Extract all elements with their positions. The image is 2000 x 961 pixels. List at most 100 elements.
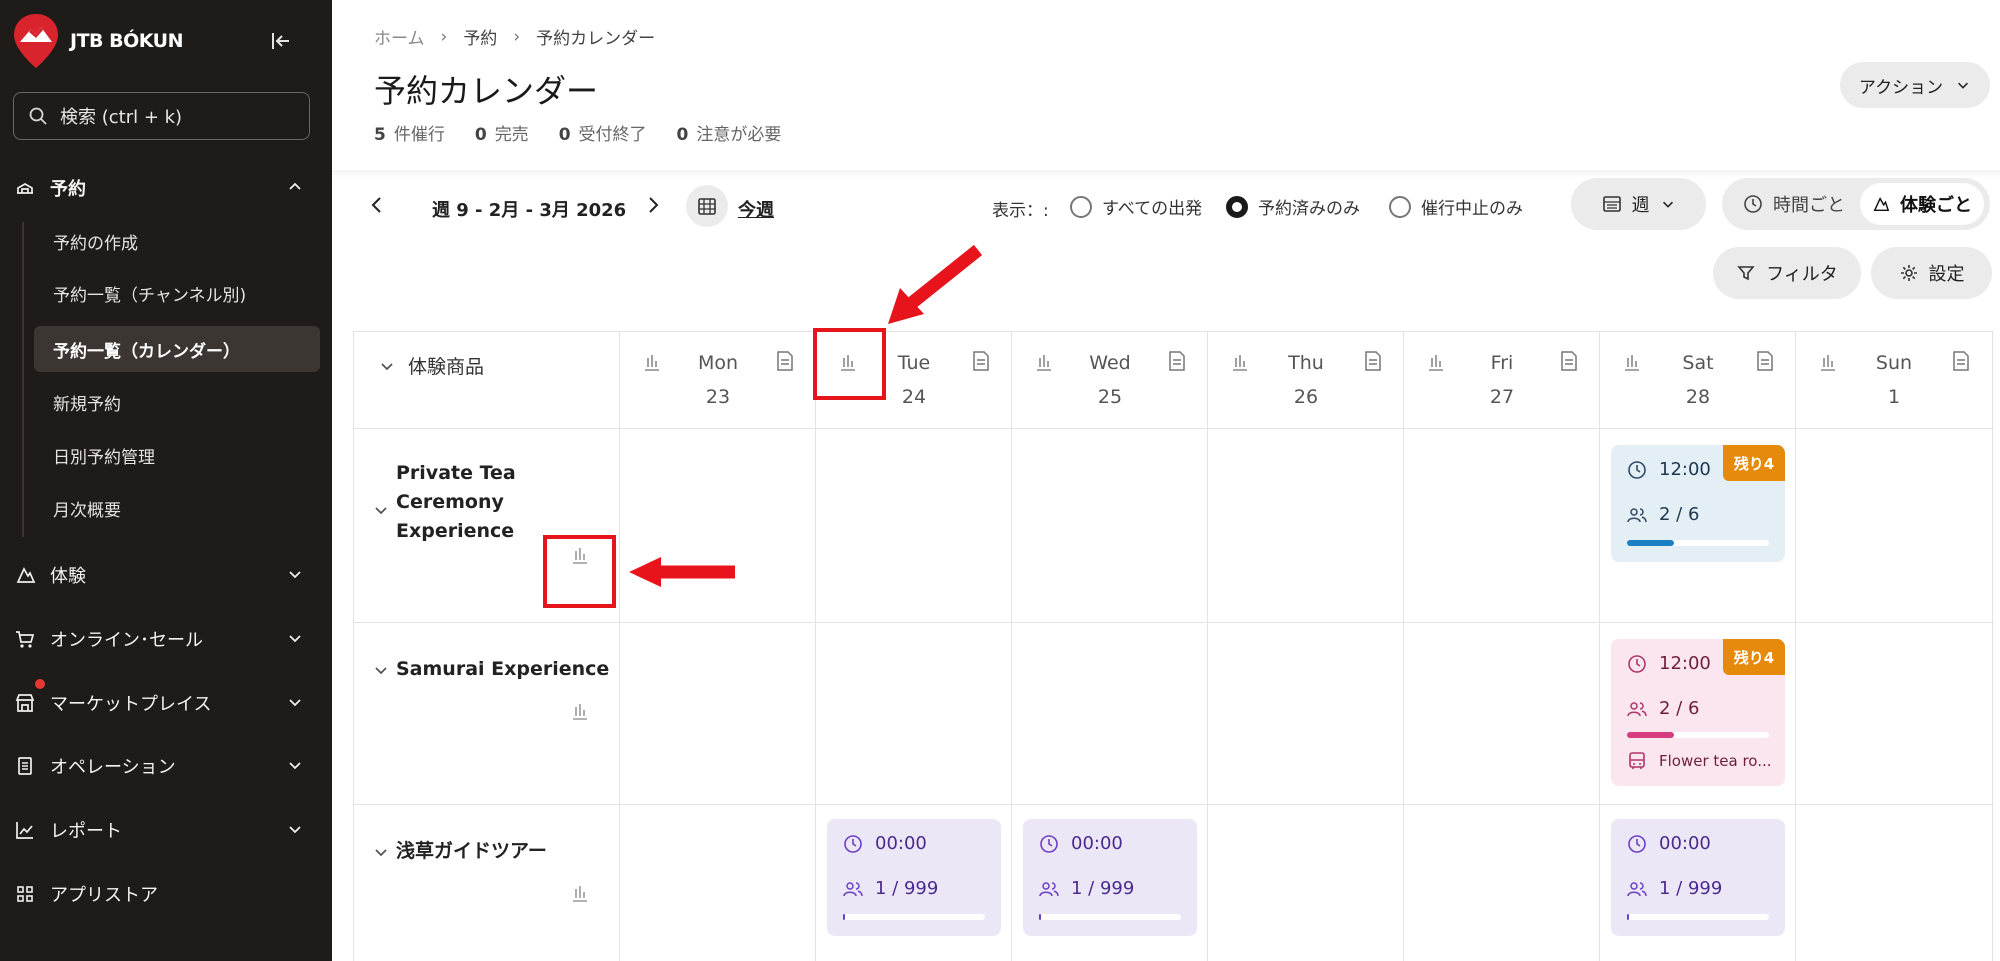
- nav-reservations[interactable]: 予約: [0, 168, 332, 208]
- search-input[interactable]: 検索 (ctrl + k): [13, 92, 310, 140]
- slot-time-text: 12:00: [1659, 459, 1711, 480]
- sub-item-monthly-summary[interactable]: 月次概要: [34, 485, 320, 531]
- people-icon: [843, 881, 863, 896]
- nav-marketplace-label: マーケットプレイス: [50, 694, 212, 715]
- sub-item-list-calendar[interactable]: 予約一覧（カレンダー）: [34, 326, 320, 372]
- bar-chart-icon[interactable]: [570, 883, 590, 903]
- group-by-time[interactable]: 時間ごと: [1730, 183, 1858, 225]
- stats-summary: 5 件催行 0 完売 0 受付終了 0 注意が必要: [374, 120, 781, 145]
- experience-column-header[interactable]: 体験商品: [378, 352, 484, 379]
- settings-button[interactable]: 設定: [1871, 247, 1992, 299]
- clock-icon: [1628, 460, 1646, 479]
- people-icon: [1039, 881, 1059, 896]
- radio-booked-only[interactable]: 予約済みのみ: [1226, 194, 1360, 219]
- nav-app-store-label: アプリストア: [50, 885, 158, 906]
- radio-label: すべての出発: [1102, 199, 1203, 219]
- document-icon[interactable]: [776, 350, 794, 372]
- slot-card-asakusa-tue[interactable]: 00:00 1 / 999: [827, 819, 1001, 936]
- document-icon[interactable]: [1560, 350, 1578, 372]
- jtb-logo-icon[interactable]: [12, 12, 60, 70]
- nav-online-sales[interactable]: オンライン･セール: [0, 619, 332, 659]
- sub-item-create-reservation[interactable]: 予約の作成: [34, 218, 320, 264]
- clock-icon: [844, 834, 862, 853]
- day-header-thu: Thu 26: [1208, 332, 1404, 428]
- bar-chart-icon[interactable]: [570, 701, 590, 721]
- nav-reports[interactable]: レポート: [0, 810, 332, 850]
- chevron-down-icon: [289, 826, 301, 834]
- document-icon[interactable]: [972, 350, 990, 372]
- chevron-down-icon: [289, 571, 301, 579]
- slot-pax: 1 / 999: [843, 878, 938, 899]
- capacity-fill: [1627, 732, 1674, 738]
- row-asakusa: 浅草ガイドツアー: [354, 805, 619, 961]
- page-title: 予約カレンダー: [374, 72, 599, 110]
- group-by-experience[interactable]: 体験ごと: [1860, 183, 1984, 225]
- chevron-down-icon[interactable]: [372, 843, 390, 861]
- row-name: Private Tea Ceremony Experience: [396, 462, 516, 542]
- slot-time-text: 12:00: [1659, 653, 1711, 674]
- annotation-arrow-icon: [629, 557, 735, 587]
- radio-all-departures[interactable]: すべての出発: [1070, 194, 1202, 219]
- view-select[interactable]: 週: [1571, 178, 1706, 230]
- prev-week-icon[interactable]: [365, 193, 389, 217]
- sub-item-new-reservation[interactable]: 新規予約: [34, 379, 320, 425]
- sub-item-list-by-channel[interactable]: 予約一覧（チャンネル別): [34, 270, 320, 316]
- clock-icon: [1040, 834, 1058, 853]
- document-icon[interactable]: [1364, 350, 1382, 372]
- radio-cancelled-only[interactable]: 催行中止のみ: [1389, 194, 1523, 219]
- chevron-down-icon: [289, 762, 301, 770]
- chevron-down-icon[interactable]: [372, 501, 390, 519]
- next-week-icon[interactable]: [641, 193, 665, 217]
- capacity-fill: [1039, 914, 1042, 920]
- collapse-sidebar-icon[interactable]: [268, 28, 294, 54]
- slot-time: 00:00: [1627, 833, 1711, 854]
- day-header-fri: Fri 27: [1404, 332, 1600, 428]
- nav-app-store[interactable]: アプリストア: [0, 874, 332, 914]
- search-icon: [29, 107, 47, 125]
- slot-card-samurai-sat[interactable]: 残り4 12:00 2 / 6 Flower tea ro...: [1611, 639, 1785, 786]
- row-name: 浅草ガイドツアー: [396, 840, 547, 862]
- filter-button[interactable]: フィルタ: [1713, 247, 1861, 299]
- nav-experiences[interactable]: 体験: [0, 555, 332, 595]
- calendar-icon: [698, 198, 716, 215]
- breadcrumb-home[interactable]: ホーム: [374, 24, 425, 49]
- this-week-link[interactable]: 今週: [738, 196, 774, 222]
- stat-attention: 0 注意が必要: [676, 125, 782, 145]
- group-by-time-label: 時間ごと: [1773, 195, 1845, 216]
- chevron-down-icon: [1662, 201, 1673, 208]
- filter-label: フィルタ: [1766, 264, 1838, 285]
- day-header-sun: Sun 1: [1796, 332, 1992, 428]
- remaining-badge: 残り4: [1723, 445, 1785, 481]
- document-icon[interactable]: [1756, 350, 1774, 372]
- slot-time: 12:00: [1627, 653, 1711, 674]
- calendar-picker-button[interactable]: [686, 185, 728, 227]
- capacity-fill: [1627, 914, 1630, 920]
- day-header-mon: Mon 23: [620, 332, 816, 428]
- chart-icon: [16, 822, 33, 839]
- slot-time-text: 00:00: [1659, 833, 1711, 854]
- day-header-sat: Sat 28: [1600, 332, 1796, 428]
- grid-icon: [17, 886, 33, 902]
- nav-operations[interactable]: オペレーション: [0, 746, 332, 786]
- chevron-up-icon: [289, 182, 301, 190]
- document-icon[interactable]: [1952, 350, 1970, 372]
- document-icon[interactable]: [1168, 350, 1186, 372]
- clock-icon: [1744, 195, 1762, 213]
- clipboard-icon: [18, 757, 32, 775]
- radio-label: 予約済みのみ: [1258, 199, 1360, 219]
- people-icon: [1627, 881, 1647, 896]
- capacity-bar: [1627, 914, 1769, 920]
- chevron-down-icon[interactable]: [372, 661, 390, 679]
- slot-card-asakusa-wed[interactable]: 00:00 1 / 999: [1023, 819, 1197, 936]
- day-header-wed: Wed 25: [1012, 332, 1208, 428]
- action-button[interactable]: アクション: [1840, 62, 1990, 108]
- nav-marketplace[interactable]: マーケットプレイス: [0, 683, 332, 723]
- slot-pax-text: 1 / 999: [1071, 878, 1135, 899]
- remaining-badge: 残り4: [1723, 639, 1785, 675]
- sub-item-daily-management[interactable]: 日別予約管理: [34, 432, 320, 478]
- reservation-icon: [17, 183, 33, 194]
- breadcrumb-reservations[interactable]: 予約: [463, 24, 497, 49]
- slot-card-asakusa-sat[interactable]: 00:00 1 / 999: [1611, 819, 1785, 936]
- settings-label: 設定: [1928, 264, 1965, 285]
- slot-card-tea-sat[interactable]: 残り4 12:00 2 / 6: [1611, 445, 1785, 562]
